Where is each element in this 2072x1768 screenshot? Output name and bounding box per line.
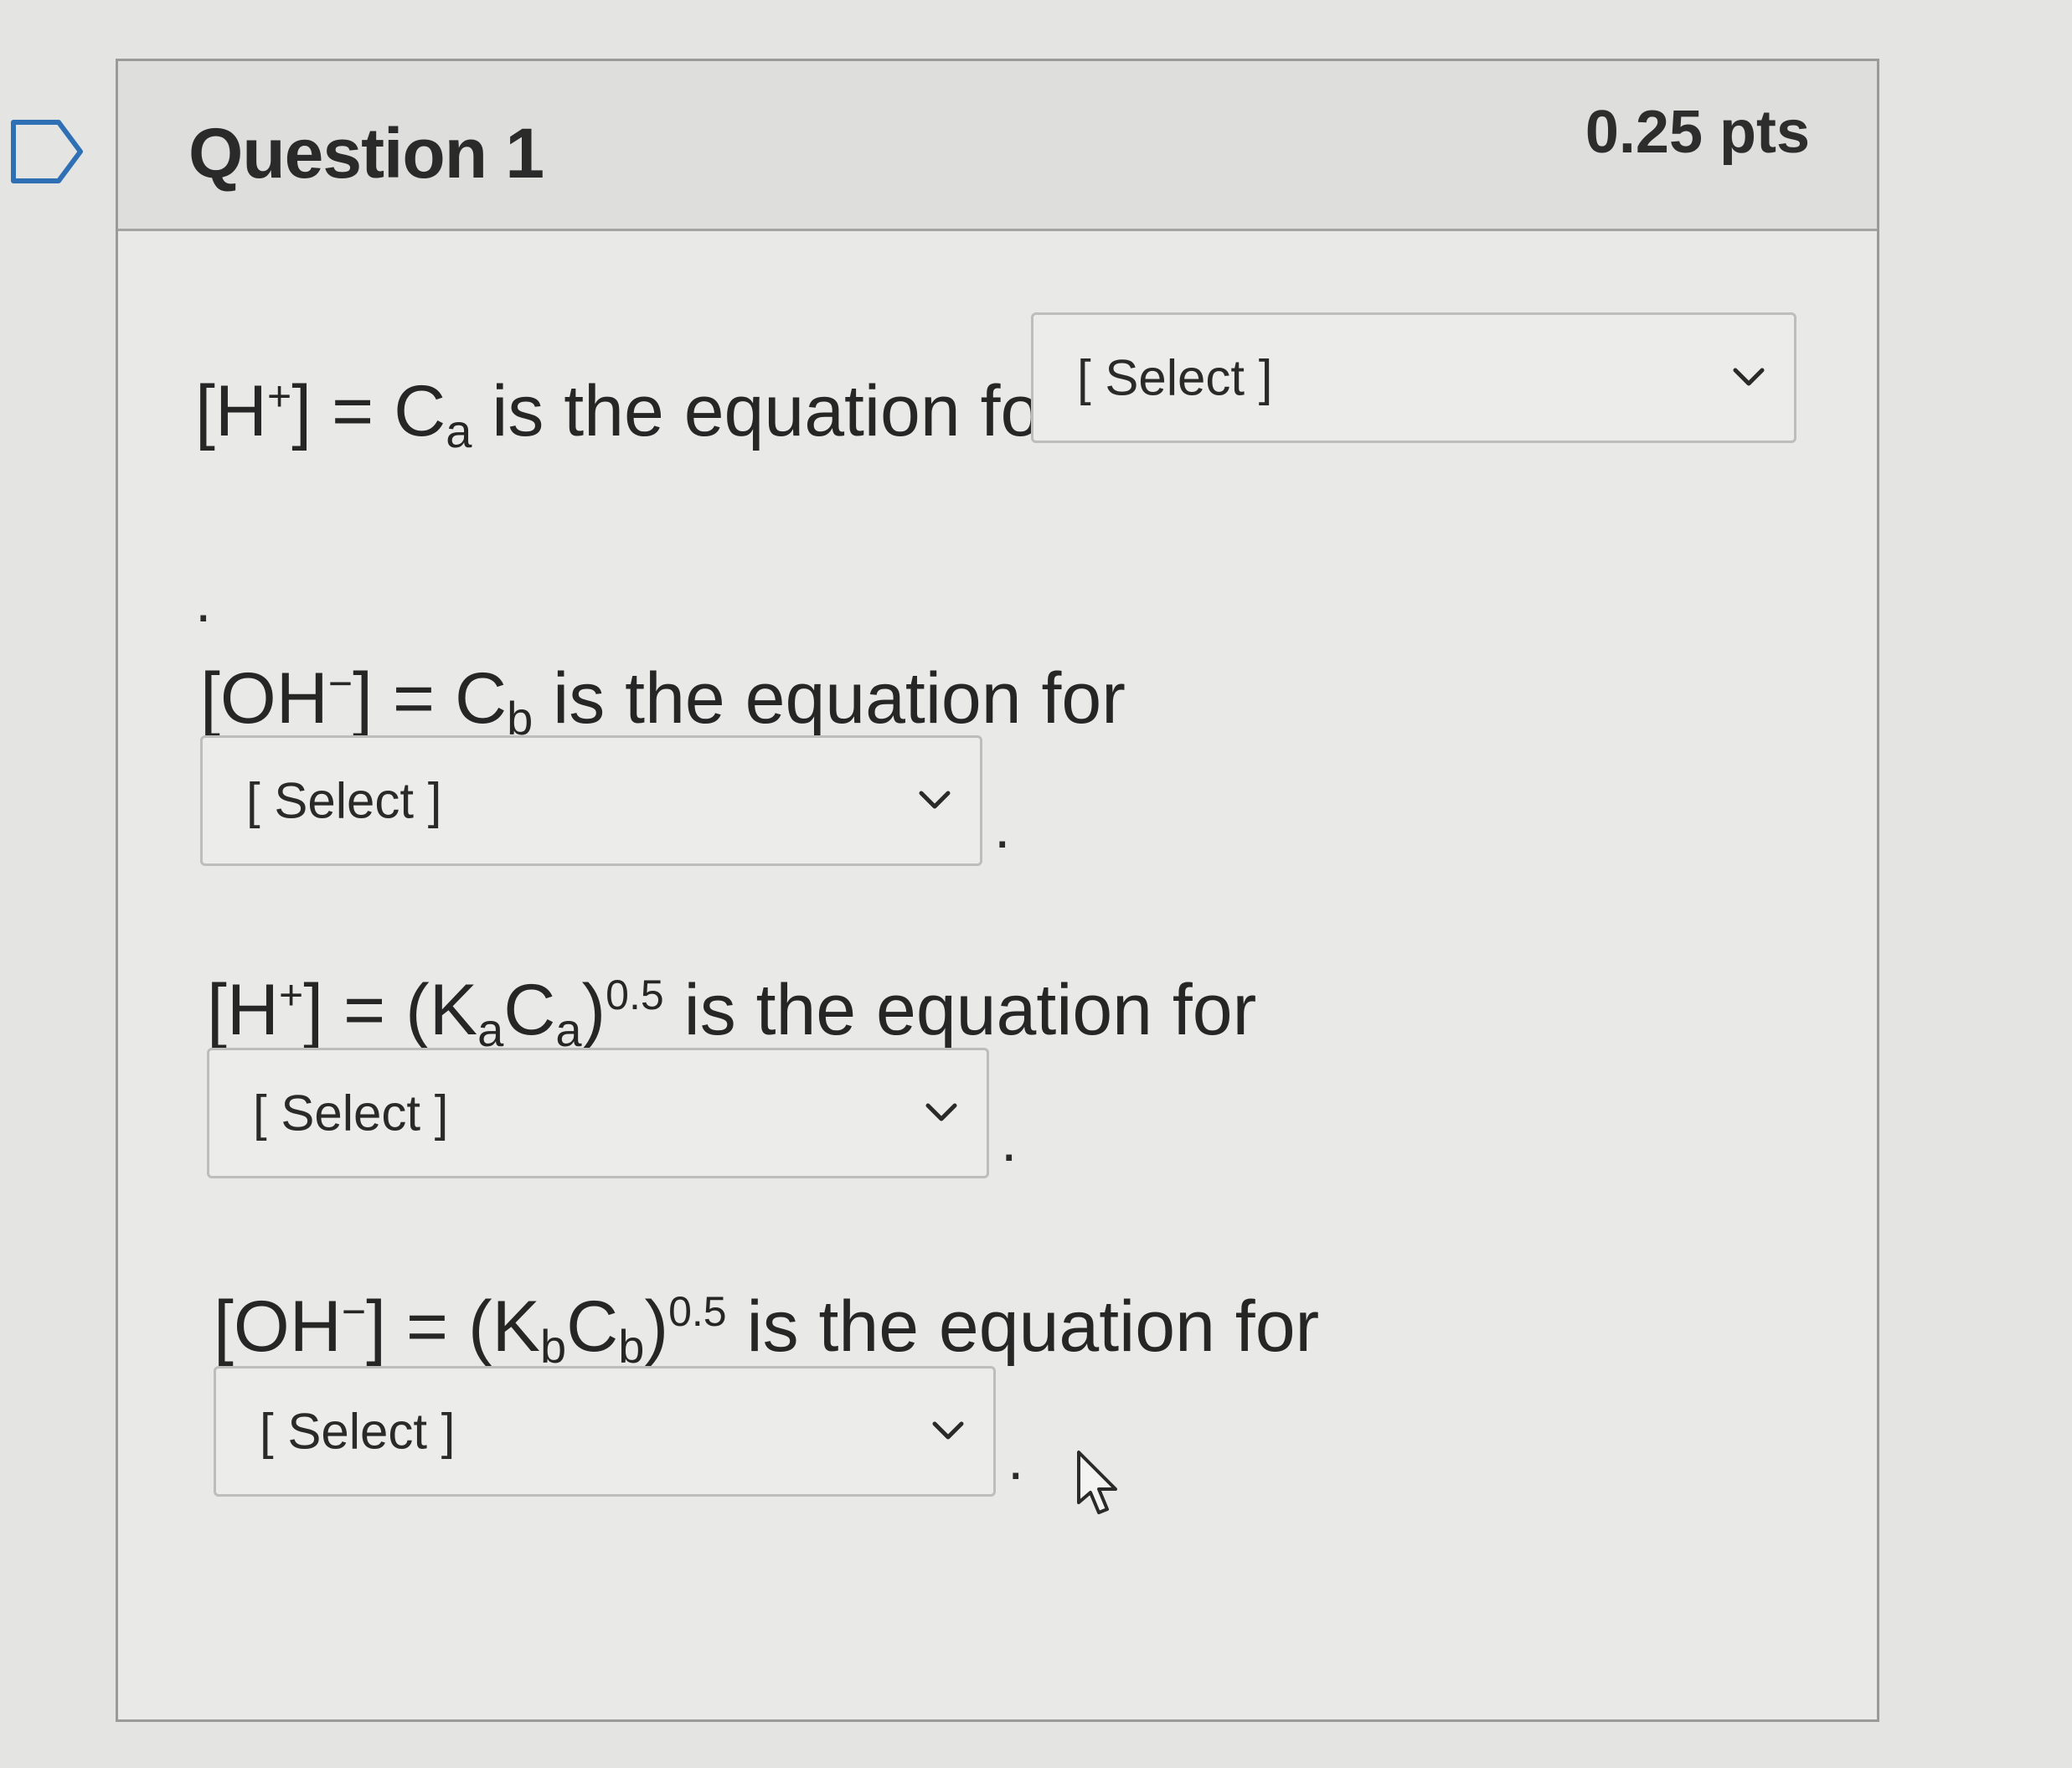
equation-2-mid: ] = C <box>353 658 508 739</box>
equation-3-prefix: [H <box>207 970 279 1050</box>
question-header: Question 1 0.25 pts <box>118 61 1877 231</box>
equation-4-prefix: [OH <box>214 1286 342 1367</box>
equation-1-mid: ] = C <box>291 371 446 451</box>
trailing-period-3: . <box>1001 1108 1018 1173</box>
chevron-down-icon <box>919 791 951 809</box>
trailing-period-4: . <box>1008 1426 1024 1492</box>
equation-2-prefix: [OH <box>200 658 328 739</box>
select-value-2: [ Select ] <box>246 772 442 829</box>
chevron-down-icon <box>932 1421 964 1440</box>
question-card: Question 1 0.25 pts [H+] = Ca is the equ… <box>116 59 1879 1722</box>
select-dropdown-2[interactable]: [ Select ] <box>200 735 982 866</box>
equation-4-exponent: 0.5 <box>668 1288 727 1335</box>
equation-3-exponent: 0.5 <box>606 972 664 1018</box>
select-value-3: [ Select ] <box>253 1085 449 1142</box>
select-dropdown-3[interactable]: [ Select ] <box>207 1048 989 1178</box>
chevron-down-icon <box>925 1103 957 1121</box>
question-title: Question 1 <box>188 114 544 193</box>
equation-4-mid2: C <box>566 1286 619 1367</box>
equation-1: [H+] = Ca is the equation for <box>195 375 1064 455</box>
select-dropdown-4[interactable]: [ Select ] <box>214 1366 996 1497</box>
equation-4-charge: − <box>341 1288 367 1335</box>
equation-1-subscript: a <box>446 405 472 457</box>
equation-3-mid: ] = (K <box>303 970 478 1050</box>
equation-1-charge: + <box>267 373 292 420</box>
equation-4-paren: ) <box>644 1286 669 1367</box>
equation-4-subscript-k: b <box>540 1320 567 1373</box>
equation-3: [H+] = (KaCa)0.5 is the equation for <box>207 974 1256 1054</box>
equation-2-suffix: is the equation for <box>533 658 1126 739</box>
equation-3-paren: ) <box>581 970 606 1050</box>
equation-3-mid2: C <box>503 970 556 1050</box>
chevron-down-icon <box>1733 368 1765 386</box>
equation-4-suffix: is the equation for <box>726 1286 1320 1367</box>
equation-4: [OH−] = (KbCb)0.5 is the equation for <box>214 1291 1319 1370</box>
equation-4-mid: ] = (K <box>366 1286 541 1367</box>
trailing-period-1: . <box>195 569 212 634</box>
equation-4-subscript-c: b <box>618 1320 645 1373</box>
select-value-1: [ Select ] <box>1077 349 1273 406</box>
equation-3-suffix: is the equation for <box>663 970 1257 1050</box>
question-points: 0.25 pts <box>1585 99 1810 166</box>
trailing-period-2: . <box>994 795 1011 860</box>
select-value-4: [ Select ] <box>260 1403 456 1460</box>
equation-2: [OH−] = Cb is the equation for <box>200 662 1126 742</box>
flag-icon[interactable] <box>10 119 85 184</box>
equation-1-prefix: [H <box>195 371 267 451</box>
select-dropdown-1[interactable]: [ Select ] <box>1031 312 1796 443</box>
equation-3-charge: + <box>279 972 304 1018</box>
equation-2-charge: − <box>327 660 353 707</box>
equation-1-suffix: is the equation for <box>472 371 1064 451</box>
cursor-icon <box>1077 1451 1117 1514</box>
